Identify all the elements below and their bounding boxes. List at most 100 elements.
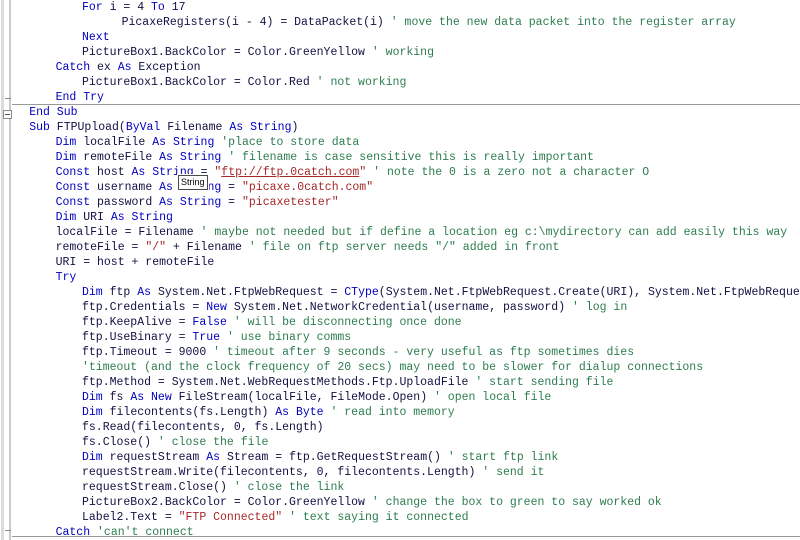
quick-info-tooltip[interactable]: String <box>178 175 208 190</box>
code-token-kw: Try <box>55 271 77 284</box>
code-line[interactable]: Dim URI As String <box>0 210 800 225</box>
code-token-pln: PictureBox2.BackColor = Color.GreenYello… <box>82 496 372 509</box>
code-line[interactable]: Label2.Text = "FTP Connected" ' text say… <box>0 510 800 525</box>
code-line[interactable]: Const username As String = "picaxe.0catc… <box>0 180 800 195</box>
code-token-com: ' file on ftp server needs "/" added in … <box>248 241 560 254</box>
code-lines-container[interactable]: For i = 4 To 17 PicaxeRegisters(i - 4) = … <box>0 0 800 540</box>
code-line[interactable]: Const host As String = "ftp://ftp.0catch… <box>0 165 800 180</box>
code-token-pln: ftp <box>102 286 138 299</box>
code-line[interactable]: ftp.KeepAlive = False ' will be disconne… <box>0 315 800 330</box>
code-editor-pane[interactable]: For i = 4 To 17 PicaxeRegisters(i - 4) = … <box>0 0 800 540</box>
code-token-kw: Const <box>55 166 91 179</box>
code-line[interactable]: For i = 4 To 17 <box>0 0 800 15</box>
code-token-pln: ftp.Method = System.Net.WebRequestMethod… <box>82 376 476 389</box>
code-line[interactable]: localFile = Filename ' maybe not needed … <box>0 225 800 240</box>
code-token-kw: As <box>152 136 167 149</box>
code-token-pln: = <box>221 196 242 209</box>
code-line[interactable]: PictureBox1.BackColor = Color.GreenYello… <box>0 45 800 60</box>
code-token-pln: PicaxeRegisters(i - 4) = DataPacket(i) <box>121 16 391 29</box>
code-line[interactable]: Sub FTPUpload(ByVal Filename As String) <box>0 120 800 135</box>
code-line[interactable]: Catch 'can't connect <box>0 525 800 540</box>
code-token-kw: False <box>192 316 227 329</box>
code-token-pln: Stream = ftp.GetRequestStream() <box>220 451 448 464</box>
code-line[interactable]: fs.Close() ' close the file <box>0 435 800 450</box>
code-token-kw: String <box>172 136 215 149</box>
code-token-kw: As <box>206 451 221 464</box>
code-token-pln: filecontents(fs.Length) <box>102 406 276 419</box>
code-token-kw: Dim <box>55 211 77 224</box>
code-token-pln <box>166 136 173 149</box>
code-line[interactable]: Dim requestStream As Stream = ftp.GetReq… <box>0 450 800 465</box>
code-token-kw: Const <box>55 181 91 194</box>
code-token-kw: True <box>192 331 221 344</box>
code-token-com: ' change the box to green to say worked … <box>371 496 662 509</box>
code-line[interactable]: fs.Read(filecontents, 0, fs.Length) <box>0 420 800 435</box>
code-token-com: 'place to store data <box>221 136 360 149</box>
code-token-com: ' maybe not needed but if define a locat… <box>200 226 788 239</box>
code-line[interactable]: Next <box>0 30 800 45</box>
code-token-kw: End Sub <box>29 106 78 119</box>
code-token-kw: String <box>250 121 292 134</box>
code-line[interactable]: requestStream.Close() ' close the link <box>0 480 800 495</box>
code-token-com: ' close the file <box>157 436 269 449</box>
code-token-kw: Sub <box>29 121 50 134</box>
code-token-pln: username <box>90 181 160 194</box>
code-token-com: ' open local file <box>434 391 552 404</box>
code-token-com: ' not working <box>316 76 407 89</box>
code-line[interactable]: ftp.Credentials = New System.Net.Network… <box>0 300 800 315</box>
code-token-pln: (System.Net.FtpWebRequest.Create(URI), S… <box>378 286 800 299</box>
code-token-pln <box>125 211 132 224</box>
code-token-com: ' use binary comms <box>226 331 352 344</box>
code-line[interactable]: ftp.Method = System.Net.WebRequestMethod… <box>0 375 800 390</box>
code-line[interactable]: Catch ex As Exception <box>0 60 800 75</box>
code-token-pln: host <box>90 166 132 179</box>
code-line[interactable]: URI = host + remoteFile <box>0 255 800 270</box>
code-token-com: 'timeout (and the clock frequency of 20 … <box>82 361 704 374</box>
code-line[interactable]: Dim remoteFile As String ' filename is c… <box>0 150 800 165</box>
code-token-pln: = <box>221 181 242 194</box>
code-line[interactable]: PicaxeRegisters(i - 4) = DataPacket(i) '… <box>0 15 800 30</box>
code-token-pln: requestStream.Write(filecontents, 0, fil… <box>82 466 483 479</box>
code-token-pln: ftp.Timeout = 9000 <box>82 346 214 359</box>
code-token-pln: URI <box>76 211 111 224</box>
code-token-kw: New <box>206 301 227 314</box>
code-line[interactable]: Dim fs As New FileStream(localFile, File… <box>0 390 800 405</box>
code-line[interactable]: Dim localFile As String 'place to store … <box>0 135 800 150</box>
code-token-kw: Dim <box>82 286 103 299</box>
code-line[interactable]: PictureBox2.BackColor = Color.GreenYello… <box>0 495 800 510</box>
code-token-pln: System.Net.NetworkCredential(username, p… <box>226 301 573 314</box>
code-token-pln <box>173 196 180 209</box>
code-token-pln: ex <box>90 61 118 74</box>
code-token-pln: fs.Close() <box>82 436 158 449</box>
code-line[interactable]: Const password As String = "picaxetester… <box>0 195 800 210</box>
code-token-kw: String <box>179 151 222 164</box>
code-line[interactable]: ftp.UseBinary = True ' use binary comms <box>0 330 800 345</box>
code-token-kw: As <box>159 196 173 209</box>
code-line[interactable]: Try <box>0 270 800 285</box>
code-token-kw: Dim <box>55 136 77 149</box>
code-token-str: "picaxetester" <box>241 196 339 209</box>
code-token-com: ' will be disconnecting once done <box>233 316 462 329</box>
code-line[interactable]: remoteFile = "/" + Filename ' file on ft… <box>0 240 800 255</box>
code-token-kw: Dim <box>55 151 77 164</box>
code-token-kw: Catch <box>55 61 91 74</box>
code-token-com: ' start sending file <box>475 376 614 389</box>
code-line[interactable]: 'timeout (and the clock frequency of 20 … <box>0 360 800 375</box>
code-token-pln: Exception <box>131 61 201 74</box>
code-token-com: ' filename is case sensitive this is rea… <box>228 151 594 164</box>
code-line[interactable]: Dim ftp As System.Net.FtpWebRequest = CT… <box>0 285 800 300</box>
code-line[interactable]: Dim filecontents(fs.Length) As Byte ' re… <box>0 405 800 420</box>
code-line[interactable]: PictureBox1.BackColor = Color.Red ' not … <box>0 75 800 90</box>
code-token-pln: localFile <box>76 136 153 149</box>
code-line[interactable]: End Sub <box>0 105 800 120</box>
code-token-str: "picaxe.0catch.com" <box>241 181 374 194</box>
code-token-pln: ftp.Credentials = <box>82 301 207 314</box>
code-token-pln: ) <box>291 121 299 134</box>
code-line[interactable]: End Try <box>0 90 800 105</box>
code-token-pln <box>90 526 97 539</box>
code-token-kw: ByVal <box>125 121 161 134</box>
code-line[interactable]: ftp.Timeout = 9000 ' timeout after 9 sec… <box>0 345 800 360</box>
code-line[interactable]: requestStream.Write(filecontents, 0, fil… <box>0 465 800 480</box>
code-token-pln <box>173 151 180 164</box>
code-token-kw: As <box>117 61 132 74</box>
